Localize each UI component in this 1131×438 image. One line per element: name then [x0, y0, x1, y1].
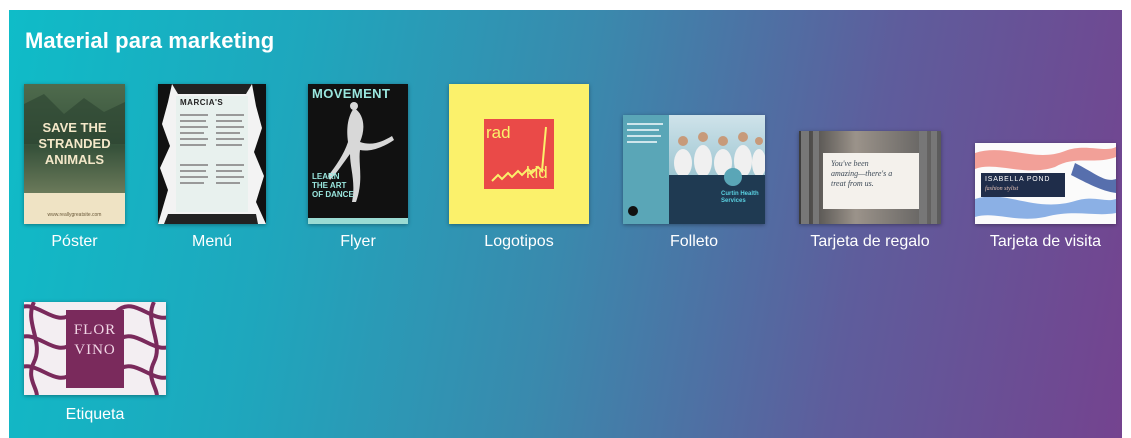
marketing-materials-panel: Material para marketing SAVE THE STRANDE…	[9, 10, 1122, 438]
poster-text-2: STRANDED	[38, 136, 111, 151]
card-label-etiqueta[interactable]: Etiqueta	[24, 406, 166, 424]
card-label-flyer[interactable]: Flyer	[308, 233, 408, 251]
card-label-menu[interactable]: Menú	[158, 233, 266, 251]
card-label-brochure[interactable]: Folleto	[623, 233, 765, 251]
card-label-logos[interactable]: Logotipos	[449, 233, 589, 251]
brochure-thumbnail[interactable]: Curtin Health Services	[623, 115, 765, 224]
gift-text-3: treat from us.	[831, 179, 874, 188]
poster-text-1: SAVE THE	[42, 120, 107, 135]
poster-thumbnail[interactable]: SAVE THE STRANDED ANIMALS www.reallygrea…	[24, 84, 125, 224]
flyer-thumbnail[interactable]: MOVEMENT LEARN THE ART OF DANCE	[308, 84, 408, 224]
poster-text-3: ANIMALS	[44, 152, 105, 167]
flyer-text-2: THE ART	[312, 181, 347, 190]
flyer-header: MOVEMENT	[312, 86, 391, 101]
card-label-business-card[interactable]: Tarjeta de visita	[975, 233, 1116, 251]
card-label-poster[interactable]: Póster	[24, 233, 125, 251]
label-thumbnail[interactable]: FLOR VINO	[24, 302, 166, 395]
business-card-role: fashion stylist	[985, 186, 1019, 192]
menu-thumbnail[interactable]: MARCIA'S	[158, 84, 266, 224]
card-label-gift-card[interactable]: Tarjeta de regalo	[799, 233, 941, 251]
flyer-text-1: LEARN	[312, 172, 340, 181]
section-title: Material para marketing	[25, 28, 275, 53]
logo-square: rad kid	[484, 119, 554, 189]
gift-card-thumbnail[interactable]: You've been amazing—there's a treat from…	[799, 131, 941, 224]
label-text-1: FLOR	[73, 322, 117, 338]
gift-text-2: amazing—there's a	[831, 169, 893, 178]
logo-word-2: kid	[526, 163, 548, 182]
brochure-name: Curtin Health Services	[721, 191, 759, 204]
logo-word-1: rad	[486, 123, 511, 142]
menu-header: MARCIA'S	[180, 98, 224, 107]
gift-text-1: You've been	[831, 159, 869, 168]
poster-footer: www.reallygreatsite.com	[47, 212, 102, 218]
flyer-text-3: OF DANCE	[312, 190, 354, 199]
business-card-thumbnail[interactable]: ISABELLA POND fashion stylist	[975, 143, 1116, 224]
label-text-2: VINO	[74, 342, 116, 358]
business-card-name: ISABELLA POND	[985, 176, 1051, 183]
logo-thumbnail[interactable]: rad kid	[449, 84, 589, 224]
